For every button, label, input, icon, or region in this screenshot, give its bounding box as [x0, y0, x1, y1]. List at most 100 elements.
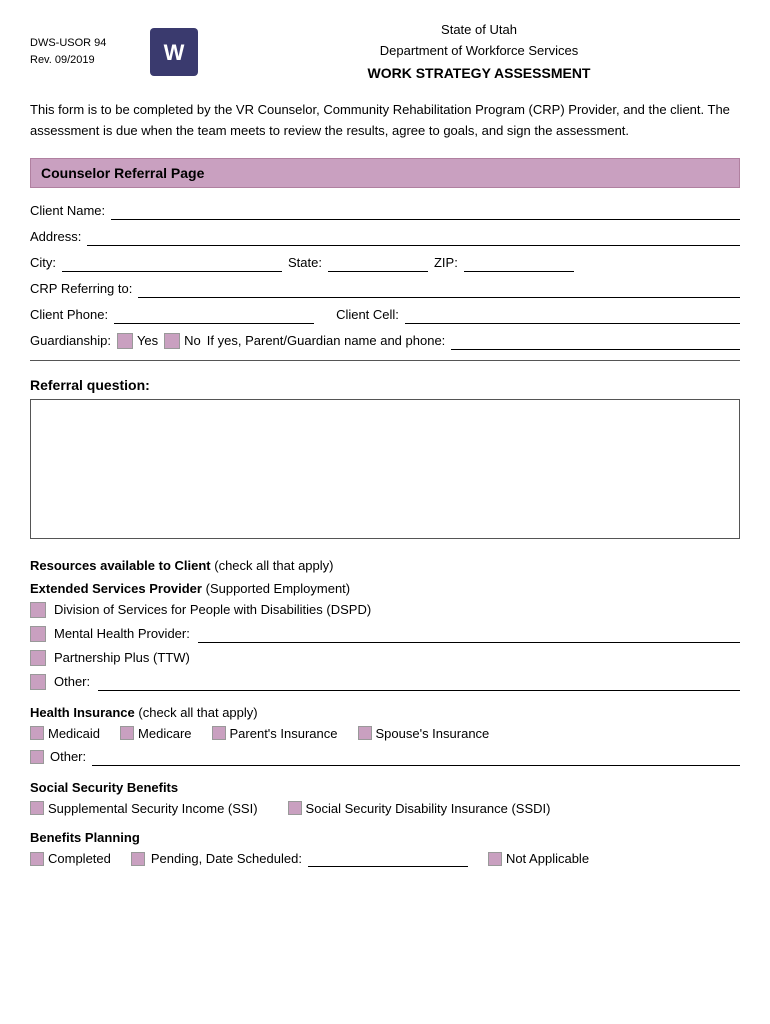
- extended-title-row: Extended Services Provider (Supported Em…: [30, 581, 740, 596]
- bp-na-label: Not Applicable: [506, 851, 589, 866]
- spouses-insurance-item[interactable]: Spouse's Insurance: [358, 726, 490, 741]
- client-name-row: Client Name:: [30, 202, 740, 220]
- phone-row: Client Phone: Client Cell:: [30, 306, 740, 324]
- medicare-checkbox[interactable]: [120, 726, 134, 740]
- crp-label: CRP Referring to:: [30, 281, 132, 296]
- health-insurance-section: Health Insurance (check all that apply) …: [30, 705, 740, 766]
- extended-label-3: Other:: [54, 674, 90, 689]
- page-header: DWS-USOR 94 Rev. 09/2019 W State of Utah…: [30, 20, 740, 84]
- header-state: State of Utah: [218, 20, 740, 41]
- referral-question-label: Referral question:: [30, 377, 740, 393]
- benefits-planning-section: Benefits Planning Completed Pending, Dat…: [30, 830, 740, 867]
- guardianship-row: Guardianship: Yes No If yes, Parent/Guar…: [30, 332, 740, 350]
- guardian-info-input[interactable]: [451, 332, 740, 350]
- medicaid-checkbox[interactable]: [30, 726, 44, 740]
- parents-insurance-label: Parent's Insurance: [230, 726, 338, 741]
- yes-label: Yes: [137, 333, 158, 348]
- parents-insurance-checkbox[interactable]: [212, 726, 226, 740]
- extended-title: Extended Services Provider: [30, 581, 202, 596]
- counselor-referral-header: Counselor Referral Page: [30, 158, 740, 188]
- ssdi-checkbox[interactable]: [288, 801, 302, 815]
- zip-input[interactable]: [464, 254, 574, 272]
- ss-title: Social Security Benefits: [30, 780, 740, 795]
- medicare-label: Medicare: [138, 726, 191, 741]
- spouses-insurance-label: Spouse's Insurance: [376, 726, 490, 741]
- resources-section: Resources available to Client (check all…: [30, 558, 740, 691]
- state-label: State:: [288, 255, 322, 270]
- city-state-zip-row: City: State: ZIP:: [30, 254, 740, 272]
- health-other-checkbox[interactable]: [30, 750, 44, 764]
- resources-title-row: Resources available to Client (check all…: [30, 558, 740, 573]
- extended-other-input[interactable]: [98, 673, 740, 691]
- spouses-insurance-checkbox[interactable]: [358, 726, 372, 740]
- extended-checkbox-0[interactable]: [30, 602, 46, 618]
- client-name-label: Client Name:: [30, 203, 105, 218]
- cell-input[interactable]: [405, 306, 740, 324]
- extended-checkbox-3[interactable]: [30, 674, 46, 690]
- bp-na-item[interactable]: Not Applicable: [488, 851, 589, 866]
- referral-question-textarea[interactable]: [30, 399, 740, 539]
- ssi-item[interactable]: Supplemental Security Income (SSI): [30, 801, 258, 816]
- medicare-item[interactable]: Medicare: [120, 726, 191, 741]
- medicaid-item[interactable]: Medicaid: [30, 726, 100, 741]
- crp-input[interactable]: [138, 280, 740, 298]
- section-divider: [30, 360, 740, 361]
- guardianship-no-item[interactable]: No: [164, 333, 201, 349]
- zip-label: ZIP:: [434, 255, 458, 270]
- cell-label: Client Cell:: [336, 307, 399, 322]
- extended-label-1: Mental Health Provider:: [54, 626, 190, 641]
- mental-health-input[interactable]: [198, 625, 740, 643]
- bp-completed-label: Completed: [48, 851, 111, 866]
- bp-pending-date-input[interactable]: [308, 851, 468, 867]
- extended-checkbox-2[interactable]: [30, 650, 46, 666]
- social-security-section: Social Security Benefits Supplemental Se…: [30, 780, 740, 816]
- health-other-label: Other:: [50, 749, 86, 764]
- crp-row: CRP Referring to:: [30, 280, 740, 298]
- ssi-label: Supplemental Security Income (SSI): [48, 801, 258, 816]
- intro-paragraph: This form is to be completed by the VR C…: [30, 100, 740, 142]
- extended-item-0: Division of Services for People with Dis…: [30, 602, 740, 618]
- health-other-input[interactable]: [92, 748, 740, 766]
- dws-logo: W: [150, 28, 198, 76]
- form-id-block: DWS-USOR 94 Rev. 09/2019: [30, 35, 130, 68]
- health-subtitle: (check all that apply): [138, 705, 257, 720]
- guardianship-label: Guardianship:: [30, 333, 111, 348]
- extended-item-3: Other:: [30, 673, 740, 691]
- extended-item-1: Mental Health Provider:: [30, 625, 740, 643]
- ssi-checkbox[interactable]: [30, 801, 44, 815]
- extended-checkbox-1[interactable]: [30, 626, 46, 642]
- address-row: Address:: [30, 228, 740, 246]
- phone-input[interactable]: [114, 306, 314, 324]
- ss-options-row: Supplemental Security Income (SSI) Socia…: [30, 801, 740, 816]
- bp-title: Benefits Planning: [30, 830, 740, 845]
- bp-completed-item[interactable]: Completed: [30, 851, 111, 866]
- guardianship-yes-item[interactable]: Yes: [117, 333, 158, 349]
- phone-label: Client Phone:: [30, 307, 108, 322]
- bp-pending-item[interactable]: Pending, Date Scheduled:: [131, 851, 468, 867]
- health-options-row: Medicaid Medicare Parent's Insurance Spo…: [30, 726, 740, 741]
- ssdi-item[interactable]: Social Security Disability Insurance (SS…: [288, 801, 551, 816]
- ssdi-label: Social Security Disability Insurance (SS…: [306, 801, 551, 816]
- health-other-row: Other:: [30, 748, 740, 766]
- client-name-input[interactable]: [111, 202, 740, 220]
- extended-label-2: Partnership Plus (TTW): [54, 650, 190, 665]
- no-label: No: [184, 333, 201, 348]
- bp-completed-checkbox[interactable]: [30, 852, 44, 866]
- yes-checkbox[interactable]: [117, 333, 133, 349]
- no-checkbox[interactable]: [164, 333, 180, 349]
- bp-pending-checkbox[interactable]: [131, 852, 145, 866]
- parents-insurance-item[interactable]: Parent's Insurance: [212, 726, 338, 741]
- bp-na-checkbox[interactable]: [488, 852, 502, 866]
- form-id: DWS-USOR 94: [30, 35, 130, 52]
- extended-item-2: Partnership Plus (TTW): [30, 650, 740, 666]
- address-input[interactable]: [87, 228, 740, 246]
- city-input[interactable]: [62, 254, 282, 272]
- medicaid-label: Medicaid: [48, 726, 100, 741]
- resources-subtitle: (check all that apply): [214, 558, 333, 573]
- guardian-info-label: If yes, Parent/Guardian name and phone:: [207, 333, 446, 348]
- state-input[interactable]: [328, 254, 428, 272]
- extended-subtitle: (Supported Employment): [206, 581, 351, 596]
- counselor-referral-title: Counselor Referral Page: [41, 165, 204, 181]
- bp-pending-label: Pending, Date Scheduled:: [151, 851, 302, 866]
- health-title: Health Insurance: [30, 705, 135, 720]
